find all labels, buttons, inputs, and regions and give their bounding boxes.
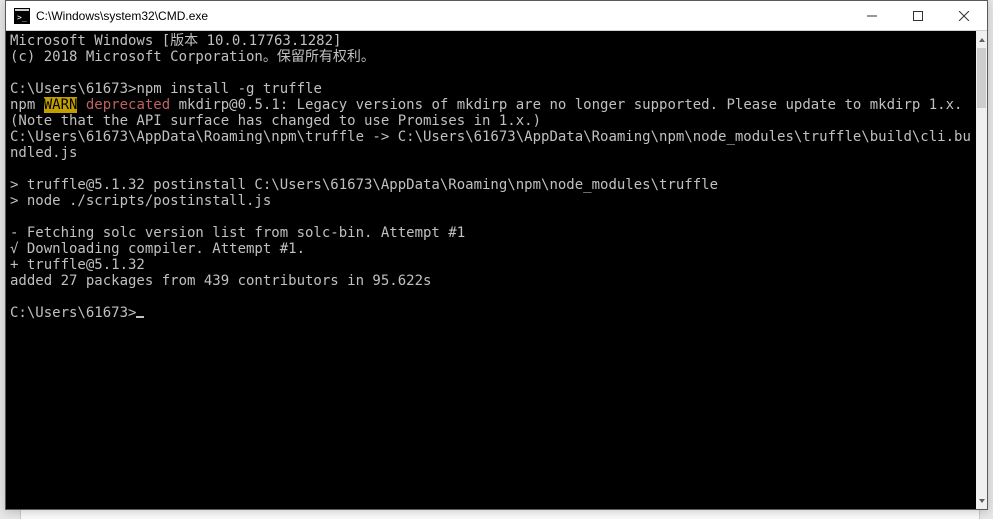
scroll-track[interactable] xyxy=(976,48,987,492)
output-line: - Fetching solc version list from solc-b… xyxy=(10,225,465,241)
scroll-thumb[interactable] xyxy=(977,48,986,108)
output-line: > truffle@5.1.32 postinstall C:\Users\61… xyxy=(10,177,718,193)
prompt: C:\Users\61673> xyxy=(10,81,136,97)
output-line: √ Downloading compiler. Attempt #1. xyxy=(10,241,305,257)
terminal-area: Microsoft Windows [版本 10.0.17763.1282] (… xyxy=(6,31,987,509)
cmd-icon: >_ xyxy=(14,8,30,24)
vertical-scrollbar[interactable] xyxy=(976,31,987,509)
output-line: > node ./scripts/postinstall.js xyxy=(10,193,271,209)
command-text: npm install -g truffle xyxy=(136,81,321,97)
minimize-button[interactable] xyxy=(849,1,895,31)
output-line: + truffle@5.1.32 xyxy=(10,257,145,273)
output-text xyxy=(77,97,85,113)
output-line: (c) 2018 Microsoft Corporation。保留所有权利。 xyxy=(10,49,375,65)
terminal-output[interactable]: Microsoft Windows [版本 10.0.17763.1282] (… xyxy=(6,31,976,509)
window-title: C:\Windows\system32\CMD.exe xyxy=(36,9,208,23)
scroll-down-button[interactable] xyxy=(976,492,987,509)
svg-text:>_: >_ xyxy=(17,13,27,22)
maximize-button[interactable] xyxy=(895,1,941,31)
output-line: Microsoft Windows [版本 10.0.17763.1282] xyxy=(10,33,341,49)
npm-label: npm xyxy=(10,97,44,113)
scroll-up-button[interactable] xyxy=(976,31,987,48)
output-line: added 27 packages from 439 contributors … xyxy=(10,273,431,289)
close-button[interactable] xyxy=(941,1,987,31)
output-line: C:\Users\61673\AppData\Roaming\npm\truff… xyxy=(10,129,971,161)
prompt: C:\Users\61673> xyxy=(10,305,136,321)
warn-badge: WARN xyxy=(44,97,78,113)
cmd-window: >_ C:\Windows\system32\CMD.exe Microsoft… xyxy=(5,0,988,510)
titlebar[interactable]: >_ C:\Windows\system32\CMD.exe xyxy=(6,1,987,31)
deprecated-label: deprecated xyxy=(86,97,170,113)
cursor xyxy=(136,316,144,318)
